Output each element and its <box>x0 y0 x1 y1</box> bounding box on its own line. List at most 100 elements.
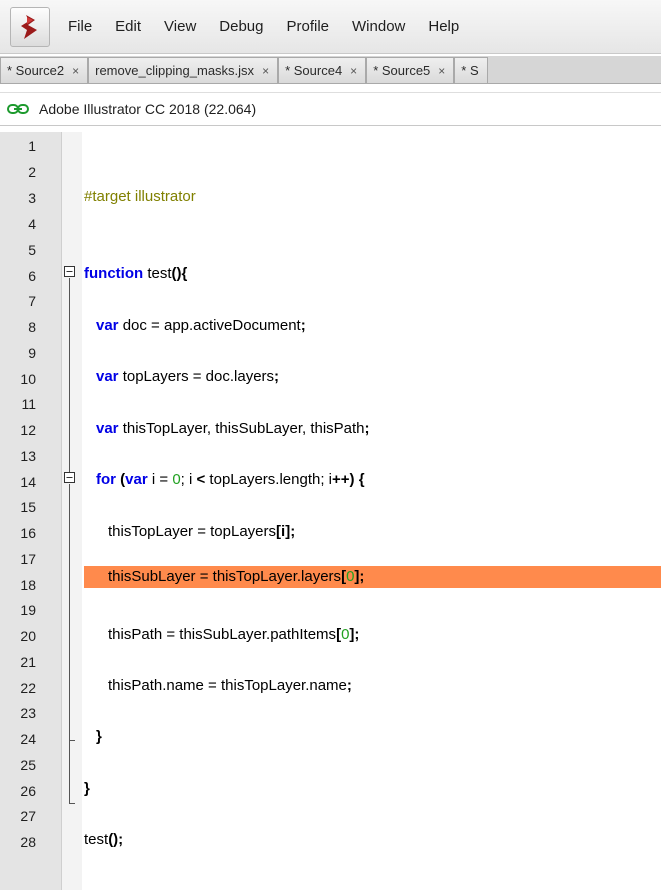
code-line-26: } <box>84 780 90 797</box>
line-number: 21 <box>20 654 36 670</box>
target-app-selector[interactable]: Adobe Illustrator CC 2018 (22.064) <box>39 101 256 117</box>
line-number: 10 <box>20 371 36 387</box>
fold-guide-line <box>69 803 75 804</box>
line-number: 18 <box>20 577 36 593</box>
keyword: var <box>96 420 119 437</box>
code-text: doc = app.activeDocument <box>118 317 301 334</box>
fold-guide-line <box>69 741 70 803</box>
code-text: topLayers.length; i <box>205 471 333 488</box>
punctuation: ; <box>300 317 306 334</box>
app-logo <box>10 6 50 47</box>
keyword: var <box>96 368 119 385</box>
code-text: thisPath.name = thisTopLayer.name <box>108 677 347 694</box>
line-number: 8 <box>28 319 36 335</box>
menu-file[interactable]: File <box>68 18 92 35</box>
fold-collapse-icon[interactable] <box>64 472 75 483</box>
tab-close-icon[interactable]: × <box>72 64 79 78</box>
line-number-gutter: 1 2 3 4 5 6 7 8 9 10 11 12 13 14 15 16 1… <box>0 132 62 890</box>
tab-close-icon[interactable]: × <box>438 64 445 78</box>
code-line-8: var doc = app.activeDocument; <box>96 315 306 337</box>
line-number: 27 <box>20 808 36 824</box>
code-editor[interactable]: 1 2 3 4 5 6 7 8 9 10 11 12 13 14 15 16 1… <box>0 132 661 890</box>
tab-source6-partial[interactable]: * S <box>454 57 488 83</box>
code-line-10: var topLayers = doc.layers; <box>96 366 279 388</box>
punctuation: ]; <box>354 568 365 585</box>
adobe-extendscript-logo-icon <box>21 14 37 39</box>
code-line-24: } <box>96 728 102 745</box>
line-number: 5 <box>28 242 36 258</box>
code-line-16: thisTopLayer = topLayers[i]; <box>108 521 295 543</box>
menu-help[interactable]: Help <box>428 18 459 35</box>
punctuation: ; <box>274 368 280 385</box>
punctuation: ]; <box>349 626 360 643</box>
identifier: test <box>84 831 109 848</box>
line-number: 24 <box>20 731 36 747</box>
line-number: 2 <box>28 164 36 180</box>
punctuation: (); <box>108 831 124 848</box>
tab-remove-clipping-masks[interactable]: remove_clipping_masks.jsx × <box>88 57 279 83</box>
line-number: 12 <box>20 422 36 438</box>
menu-bar: File Edit View Debug Profile Window Help <box>0 0 661 54</box>
line-number: 28 <box>20 834 36 850</box>
code-line-22: thisPath.name = thisTopLayer.name; <box>108 675 352 697</box>
punctuation: ; <box>346 677 352 694</box>
document-tab-bar: * Source2 × remove_clipping_masks.jsx × … <box>0 56 661 84</box>
fold-gutter <box>62 132 82 890</box>
line-number: 3 <box>28 190 36 206</box>
keyword: for <box>96 471 116 488</box>
tab-source5[interactable]: * Source5 × <box>366 57 455 83</box>
tab-source4[interactable]: * Source4 × <box>278 57 367 83</box>
menu-edit[interactable]: Edit <box>115 18 141 35</box>
keyword: var <box>96 317 119 334</box>
menu-view[interactable]: View <box>164 18 196 35</box>
line-number: 4 <box>28 216 36 232</box>
code-line-14: for (var i = 0; i < topLayers.length; i+… <box>96 471 365 488</box>
code-text: ; i <box>180 471 197 488</box>
keyword: function <box>84 265 144 282</box>
line-number: 13 <box>20 448 36 464</box>
menu-window[interactable]: Window <box>352 18 405 35</box>
line-number: 6 <box>28 268 36 284</box>
code-text: thisSubLayer = thisTopLayer.layers <box>108 568 342 585</box>
line-number: 1 <box>28 138 36 154</box>
fold-collapse-icon[interactable] <box>64 266 75 277</box>
code-text: i = <box>147 471 173 488</box>
operator: < <box>196 471 206 488</box>
tab-label: * Source2 <box>7 63 65 78</box>
line-number: 11 <box>21 396 36 412</box>
line-number: 19 <box>20 602 36 618</box>
link-icon[interactable] <box>7 102 29 116</box>
keyword: var <box>125 471 148 488</box>
line-number: 7 <box>28 293 36 309</box>
code-line-18: thisSubLayer = thisTopLayer.layers[0]; <box>108 566 364 588</box>
punctuation: [i]; <box>276 523 296 540</box>
line-number: 20 <box>20 628 36 644</box>
identifier: test <box>143 265 172 282</box>
punctuation: ) { <box>349 471 365 488</box>
code-line-28: test(); <box>84 829 123 851</box>
tab-close-icon[interactable]: × <box>262 64 269 78</box>
tab-close-icon[interactable]: × <box>350 64 357 78</box>
line-number: 23 <box>20 705 36 721</box>
target-application-bar: Adobe Illustrator CC 2018 (22.064) <box>0 92 661 126</box>
fold-guide-line <box>69 484 70 740</box>
punctuation: ; <box>364 420 370 437</box>
operator: ++ <box>332 471 350 488</box>
tab-label: remove_clipping_masks.jsx <box>95 63 255 78</box>
code-line-12: var thisTopLayer, thisSubLayer, thisPath… <box>96 418 370 440</box>
code-text: thisTopLayer, thisSubLayer, thisPath <box>118 420 365 437</box>
code-line-20: thisPath = thisSubLayer.pathItems[0]; <box>108 624 359 646</box>
menu-profile[interactable]: Profile <box>286 18 329 35</box>
tab-label: * S <box>461 63 479 78</box>
menu-debug[interactable]: Debug <box>219 18 263 35</box>
code-line-6: function test(){ <box>84 263 187 285</box>
tab-label: * Source4 <box>285 63 343 78</box>
number-literal: 0 <box>172 471 181 488</box>
code-text: topLayers = doc.layers <box>118 368 275 385</box>
code-text: thisPath = thisSubLayer.pathItems <box>108 626 337 643</box>
line-number: 16 <box>20 525 36 541</box>
fold-guide-line <box>69 278 70 472</box>
tab-source2[interactable]: * Source2 × <box>0 57 89 83</box>
code-line-3: #target illustrator <box>84 188 196 205</box>
line-number: 14 <box>20 474 36 490</box>
